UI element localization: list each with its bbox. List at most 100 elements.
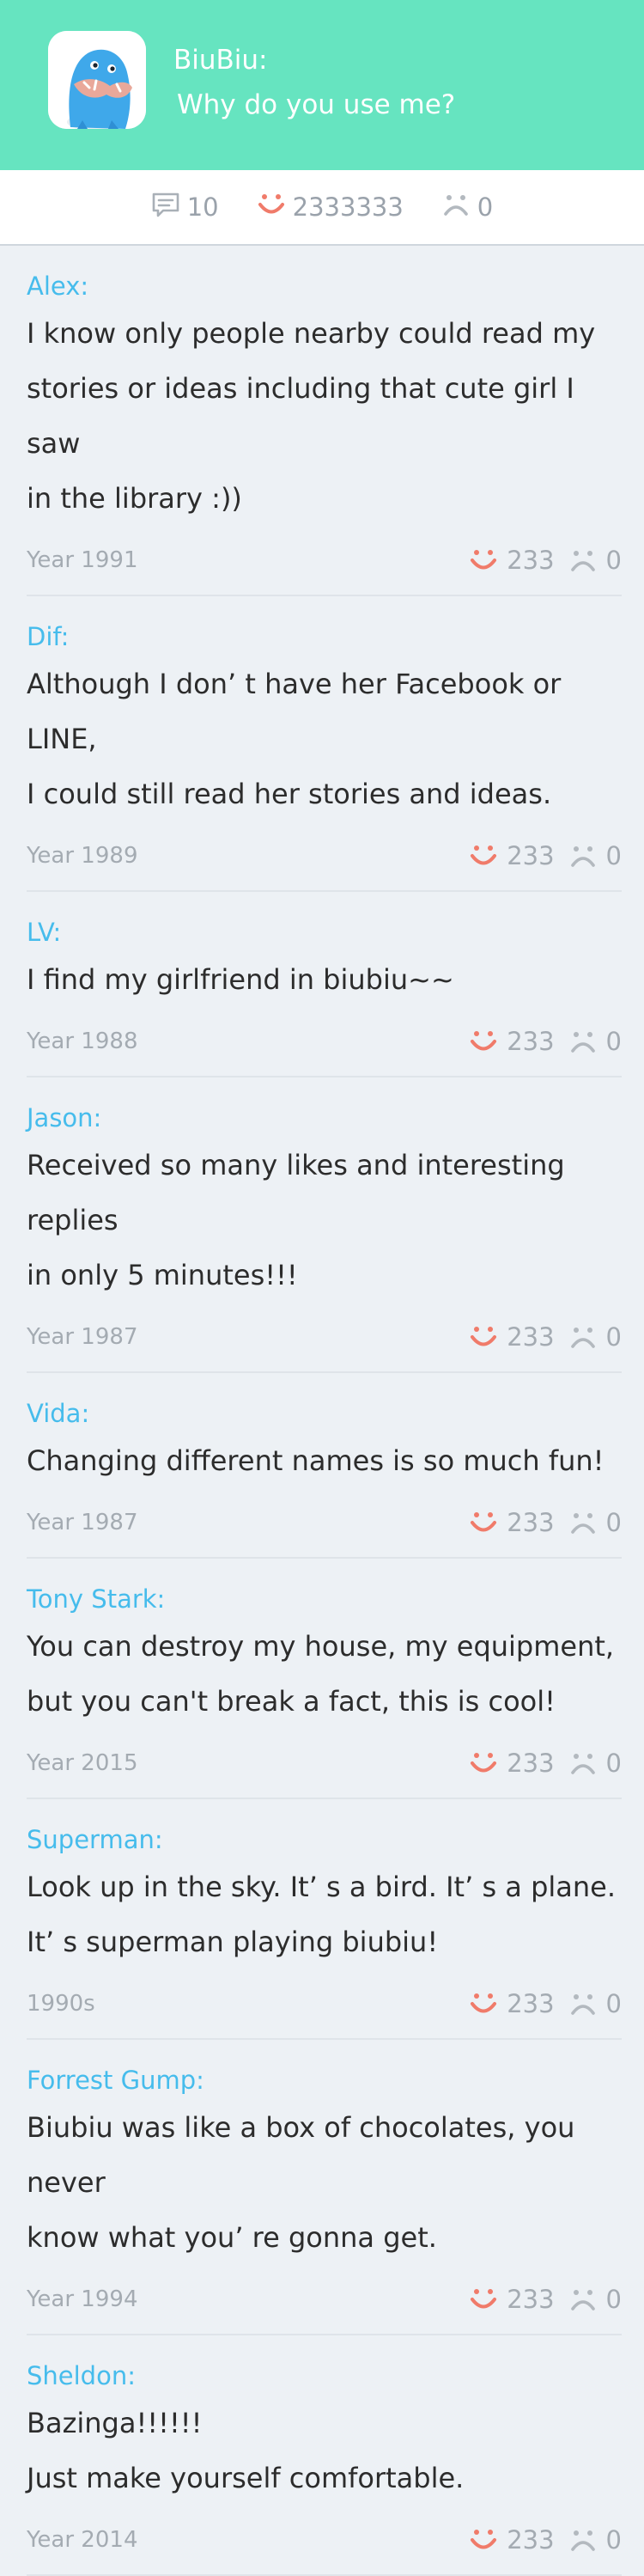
dislike-button[interactable]: 0 xyxy=(568,546,622,575)
story-reactions: 233 0 xyxy=(469,1749,622,1778)
dislike-count: 0 xyxy=(605,1322,622,1352)
like-count: 233 xyxy=(507,1749,555,1778)
story-item[interactable]: Alex: I know only people nearby could re… xyxy=(27,246,622,596)
story-author[interactable]: Forrest Gump: xyxy=(27,2060,622,2100)
story-item[interactable]: LV: I find my girlfriend in biubiu~~ Yea… xyxy=(27,892,622,1077)
story-date: Year 1987 xyxy=(27,1324,138,1350)
story-text: Bazinga!!!!!! Just make yourself comfort… xyxy=(27,2407,465,2494)
story-item[interactable]: Superman: Look up in the sky. It’ s a bi… xyxy=(27,1799,622,2040)
story-date: Year 2014 xyxy=(27,2527,138,2553)
biubiu-mascot-icon xyxy=(48,31,146,129)
dislike-button[interactable]: 0 xyxy=(568,841,622,870)
frown-icon xyxy=(570,551,595,571)
story-text: I find my girlfriend in biubiu~~ xyxy=(27,963,454,996)
frown-icon xyxy=(570,1328,595,1348)
dislikes-count: 0 xyxy=(477,192,494,222)
story-date: Year 1989 xyxy=(27,843,138,869)
comment-icon xyxy=(151,192,180,223)
story-text: Changing different names is so much fun! xyxy=(27,1444,605,1477)
story-meta: 1990s 233 0 xyxy=(27,1969,622,2038)
dislikes-stat[interactable]: 0 xyxy=(441,192,493,223)
dislike-button[interactable]: 0 xyxy=(568,1027,622,1056)
story-author[interactable]: Alex: xyxy=(27,266,622,306)
like-button[interactable]: 233 xyxy=(469,1508,555,1537)
story-reactions: 233 0 xyxy=(469,1508,622,1537)
story-meta: Year 1988 233 0 xyxy=(27,1007,622,1076)
story-text: Although I don’ t have her Facebook or L… xyxy=(27,668,562,810)
story-meta: Year 1987 233 0 xyxy=(27,1488,622,1557)
like-button[interactable]: 233 xyxy=(469,2525,555,2555)
story-reactions: 233 0 xyxy=(469,841,622,870)
header-subtitle: Why do you use me? xyxy=(177,89,456,120)
story-item[interactable]: Sheldon: Bazinga!!!!!! Just make yoursel… xyxy=(27,2335,622,2576)
header-title: BiuBiu: xyxy=(173,45,268,76)
like-count: 233 xyxy=(507,1027,555,1056)
frown-icon xyxy=(570,1994,595,2015)
smile-icon xyxy=(471,1031,497,1051)
dislike-button[interactable]: 0 xyxy=(568,2285,622,2314)
dislike-count: 0 xyxy=(605,2525,622,2555)
like-button[interactable]: 233 xyxy=(469,2285,555,2314)
story-reactions: 233 0 xyxy=(469,2525,622,2555)
smile-icon xyxy=(471,1753,497,1773)
story-reactions: 233 0 xyxy=(469,546,622,575)
dislike-button[interactable]: 0 xyxy=(568,1989,622,2018)
smile-icon xyxy=(471,2289,497,2309)
story-author[interactable]: LV: xyxy=(27,913,622,952)
story-text: Biubiu was like a box of chocolates, you… xyxy=(27,2111,575,2254)
smile-icon xyxy=(471,550,497,570)
app-header: BiuBiu: Why do you use me? xyxy=(0,0,644,170)
comments-stat[interactable]: 10 xyxy=(151,192,219,223)
dislike-button[interactable]: 0 xyxy=(568,1508,622,1537)
likes-stat[interactable]: 2333333 xyxy=(257,192,404,223)
smile-icon xyxy=(471,1512,497,1532)
frown-icon xyxy=(570,1754,595,1774)
story-date: Year 1987 xyxy=(27,1510,138,1535)
dislike-count: 0 xyxy=(605,1989,622,2018)
like-button[interactable]: 233 xyxy=(469,1749,555,1778)
story-text: Look up in the sky. It’ s a bird. It’ s … xyxy=(27,1871,617,1958)
like-count: 233 xyxy=(507,841,555,870)
like-button[interactable]: 233 xyxy=(469,1027,555,1056)
story-date: Year 1994 xyxy=(27,2286,138,2312)
story-author[interactable]: Tony Stark: xyxy=(27,1579,622,1619)
dislike-button[interactable]: 0 xyxy=(568,2525,622,2555)
dislike-count: 0 xyxy=(605,841,622,870)
story-author[interactable]: Vida: xyxy=(27,1394,622,1433)
frown-icon xyxy=(570,1513,595,1534)
frown-icon xyxy=(570,846,595,867)
like-button[interactable]: 233 xyxy=(469,841,555,870)
like-button[interactable]: 233 xyxy=(469,1322,555,1352)
story-text: Received so many likes and interesting r… xyxy=(27,1149,565,1291)
story-meta: Year 2015 233 0 xyxy=(27,1729,622,1798)
like-count: 233 xyxy=(507,1989,555,2018)
story-item[interactable]: Dif: Although I don’ t have her Facebook… xyxy=(27,596,622,892)
like-button[interactable]: 233 xyxy=(469,1989,555,2018)
like-button[interactable]: 233 xyxy=(469,546,555,575)
frown-icon xyxy=(570,2290,595,2310)
dislike-count: 0 xyxy=(605,546,622,575)
story-author[interactable]: Superman: xyxy=(27,1820,622,1859)
smile-icon xyxy=(471,1993,497,2013)
story-item[interactable]: Tony Stark: You can destroy my house, my… xyxy=(27,1559,622,1799)
likes-count: 2333333 xyxy=(292,192,404,222)
like-count: 233 xyxy=(507,1322,555,1352)
smile-icon xyxy=(471,845,497,865)
dislike-button[interactable]: 0 xyxy=(568,1749,622,1778)
dislike-button[interactable]: 0 xyxy=(568,1322,622,1352)
smile-icon xyxy=(257,192,286,223)
story-item[interactable]: Jason: Received so many likes and intere… xyxy=(27,1077,622,1373)
story-reactions: 233 0 xyxy=(469,2285,622,2314)
story-item[interactable]: Forrest Gump: Biubiu was like a box of c… xyxy=(27,2040,622,2335)
story-reactions: 233 0 xyxy=(469,1322,622,1352)
story-author[interactable]: Dif: xyxy=(27,617,622,656)
frown-icon xyxy=(441,192,471,223)
frown-icon xyxy=(570,1032,595,1053)
story-author[interactable]: Jason: xyxy=(27,1098,622,1138)
like-count: 233 xyxy=(507,1508,555,1537)
story-item[interactable]: Vida: Changing different names is so muc… xyxy=(27,1373,622,1559)
story-author[interactable]: Sheldon: xyxy=(27,2356,622,2396)
dislike-count: 0 xyxy=(605,1027,622,1056)
story-meta: Year 2014 233 0 xyxy=(27,2506,622,2574)
frown-icon xyxy=(570,2530,595,2551)
